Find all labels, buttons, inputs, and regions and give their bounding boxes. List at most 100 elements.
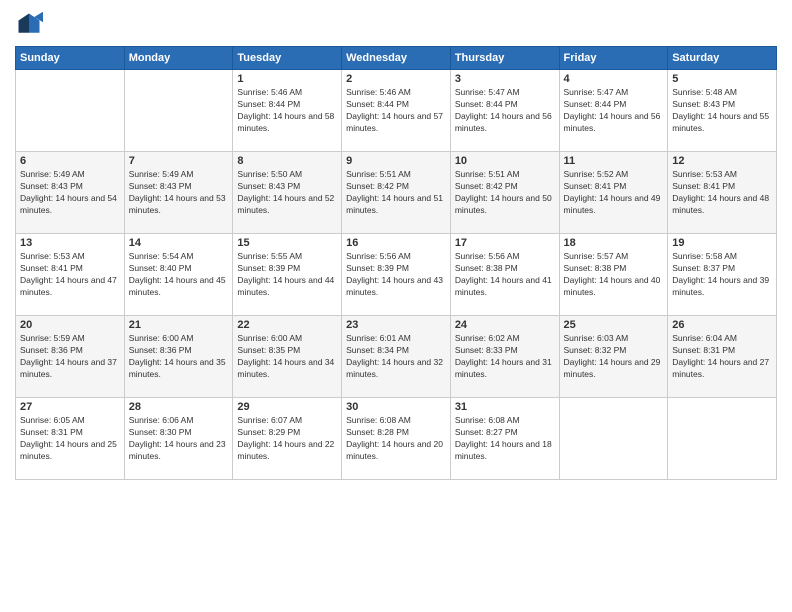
day-info: Sunrise: 5:52 AM Sunset: 8:41 PM Dayligh… [564,169,664,217]
day-cell [559,398,668,480]
day-info: Sunrise: 5:49 AM Sunset: 8:43 PM Dayligh… [20,169,120,217]
day-cell: 1 Sunrise: 5:46 AM Sunset: 8:44 PM Daylig… [233,70,342,152]
day-number: 9 [346,155,446,167]
day-cell: 16 Sunrise: 5:56 AM Sunset: 8:39 PM Dayli… [342,234,451,316]
day-cell [124,70,233,152]
day-number: 2 [346,73,446,85]
day-info: Sunrise: 5:47 AM Sunset: 8:44 PM Dayligh… [455,87,555,135]
header [15,10,777,38]
day-number: 18 [564,237,664,249]
day-number: 27 [20,401,120,413]
header-cell-wednesday: Wednesday [342,47,451,70]
day-cell: 22 Sunrise: 6:00 AM Sunset: 8:35 PM Dayli… [233,316,342,398]
day-number: 11 [564,155,664,167]
day-number: 24 [455,319,555,331]
day-cell: 26 Sunrise: 6:04 AM Sunset: 8:31 PM Dayli… [668,316,777,398]
day-cell: 9 Sunrise: 5:51 AM Sunset: 8:42 PM Daylig… [342,152,451,234]
day-cell: 30 Sunrise: 6:08 AM Sunset: 8:28 PM Dayli… [342,398,451,480]
day-info: Sunrise: 6:00 AM Sunset: 8:36 PM Dayligh… [129,333,229,381]
header-cell-sunday: Sunday [16,47,125,70]
day-cell: 4 Sunrise: 5:47 AM Sunset: 8:44 PM Daylig… [559,70,668,152]
day-cell: 2 Sunrise: 5:46 AM Sunset: 8:44 PM Daylig… [342,70,451,152]
day-number: 23 [346,319,446,331]
day-info: Sunrise: 6:00 AM Sunset: 8:35 PM Dayligh… [237,333,337,381]
day-cell: 17 Sunrise: 5:56 AM Sunset: 8:38 PM Dayli… [450,234,559,316]
day-cell: 23 Sunrise: 6:01 AM Sunset: 8:34 PM Dayli… [342,316,451,398]
day-number: 13 [20,237,120,249]
day-info: Sunrise: 5:56 AM Sunset: 8:39 PM Dayligh… [346,251,446,299]
day-number: 14 [129,237,229,249]
day-cell: 25 Sunrise: 6:03 AM Sunset: 8:32 PM Dayli… [559,316,668,398]
day-number: 28 [129,401,229,413]
day-cell: 20 Sunrise: 5:59 AM Sunset: 8:36 PM Dayli… [16,316,125,398]
week-row-2: 6 Sunrise: 5:49 AM Sunset: 8:43 PM Daylig… [16,152,777,234]
day-info: Sunrise: 6:07 AM Sunset: 8:29 PM Dayligh… [237,415,337,463]
day-cell: 18 Sunrise: 5:57 AM Sunset: 8:38 PM Dayli… [559,234,668,316]
header-cell-tuesday: Tuesday [233,47,342,70]
calendar-table: SundayMondayTuesdayWednesdayThursdayFrid… [15,46,777,480]
day-info: Sunrise: 5:55 AM Sunset: 8:39 PM Dayligh… [237,251,337,299]
day-number: 26 [672,319,772,331]
day-number: 25 [564,319,664,331]
day-info: Sunrise: 6:03 AM Sunset: 8:32 PM Dayligh… [564,333,664,381]
day-cell: 29 Sunrise: 6:07 AM Sunset: 8:29 PM Dayli… [233,398,342,480]
day-number: 5 [672,73,772,85]
day-number: 29 [237,401,337,413]
day-info: Sunrise: 5:51 AM Sunset: 8:42 PM Dayligh… [346,169,446,217]
day-number: 8 [237,155,337,167]
day-cell: 14 Sunrise: 5:54 AM Sunset: 8:40 PM Dayli… [124,234,233,316]
day-info: Sunrise: 6:05 AM Sunset: 8:31 PM Dayligh… [20,415,120,463]
day-cell: 31 Sunrise: 6:08 AM Sunset: 8:27 PM Dayli… [450,398,559,480]
day-number: 3 [455,73,555,85]
day-info: Sunrise: 5:47 AM Sunset: 8:44 PM Dayligh… [564,87,664,135]
day-number: 20 [20,319,120,331]
week-row-4: 20 Sunrise: 5:59 AM Sunset: 8:36 PM Dayli… [16,316,777,398]
day-number: 22 [237,319,337,331]
day-info: Sunrise: 6:02 AM Sunset: 8:33 PM Dayligh… [455,333,555,381]
header-row: SundayMondayTuesdayWednesdayThursdayFrid… [16,47,777,70]
day-info: Sunrise: 5:46 AM Sunset: 8:44 PM Dayligh… [237,87,337,135]
day-info: Sunrise: 5:49 AM Sunset: 8:43 PM Dayligh… [129,169,229,217]
day-info: Sunrise: 6:08 AM Sunset: 8:28 PM Dayligh… [346,415,446,463]
header-cell-monday: Monday [124,47,233,70]
week-row-1: 1 Sunrise: 5:46 AM Sunset: 8:44 PM Daylig… [16,70,777,152]
day-info: Sunrise: 5:48 AM Sunset: 8:43 PM Dayligh… [672,87,772,135]
header-cell-saturday: Saturday [668,47,777,70]
day-cell: 27 Sunrise: 6:05 AM Sunset: 8:31 PM Dayli… [16,398,125,480]
day-number: 7 [129,155,229,167]
day-number: 19 [672,237,772,249]
day-number: 4 [564,73,664,85]
day-number: 16 [346,237,446,249]
logo [15,10,47,38]
day-cell: 12Sunrise: 5:53 AM Sunset: 8:41 PM Dayli… [668,152,777,234]
header-cell-friday: Friday [559,47,668,70]
day-cell: 6 Sunrise: 5:49 AM Sunset: 8:43 PM Daylig… [16,152,125,234]
day-number: 17 [455,237,555,249]
day-cell: 15 Sunrise: 5:55 AM Sunset: 8:39 PM Dayli… [233,234,342,316]
week-row-3: 13 Sunrise: 5:53 AM Sunset: 8:41 PM Dayli… [16,234,777,316]
logo-icon [15,10,43,38]
day-number: 10 [455,155,555,167]
day-info: Sunrise: 6:04 AM Sunset: 8:31 PM Dayligh… [672,333,772,381]
day-info: Sunrise: 5:56 AM Sunset: 8:38 PM Dayligh… [455,251,555,299]
day-info: Sunrise: 5:53 AM Sunset: 8:41 PM Dayligh… [20,251,120,299]
day-cell [668,398,777,480]
day-info: Sunrise: 5:57 AM Sunset: 8:38 PM Dayligh… [564,251,664,299]
day-info: Sunrise: 6:08 AM Sunset: 8:27 PM Dayligh… [455,415,555,463]
day-number: 6 [20,155,120,167]
day-number: 31 [455,401,555,413]
day-info: Sunrise: 5:46 AM Sunset: 8:44 PM Dayligh… [346,87,446,135]
day-cell: 5 Sunrise: 5:48 AM Sunset: 8:43 PM Daylig… [668,70,777,152]
day-info: Sunrise: 6:01 AM Sunset: 8:34 PM Dayligh… [346,333,446,381]
day-info: Sunrise: 5:59 AM Sunset: 8:36 PM Dayligh… [20,333,120,381]
day-cell: 3 Sunrise: 5:47 AM Sunset: 8:44 PM Daylig… [450,70,559,152]
day-info: Sunrise: 6:06 AM Sunset: 8:30 PM Dayligh… [129,415,229,463]
day-number: 1 [237,73,337,85]
page: SundayMondayTuesdayWednesdayThursdayFrid… [0,0,792,612]
day-number: 15 [237,237,337,249]
day-cell: 19Sunrise: 5:58 AM Sunset: 8:37 PM Dayli… [668,234,777,316]
day-number: 30 [346,401,446,413]
day-info: Sunrise: 5:50 AM Sunset: 8:43 PM Dayligh… [237,169,337,217]
day-info: Sunrise: 5:54 AM Sunset: 8:40 PM Dayligh… [129,251,229,299]
day-info: Sunrise: 5:51 AM Sunset: 8:42 PM Dayligh… [455,169,555,217]
